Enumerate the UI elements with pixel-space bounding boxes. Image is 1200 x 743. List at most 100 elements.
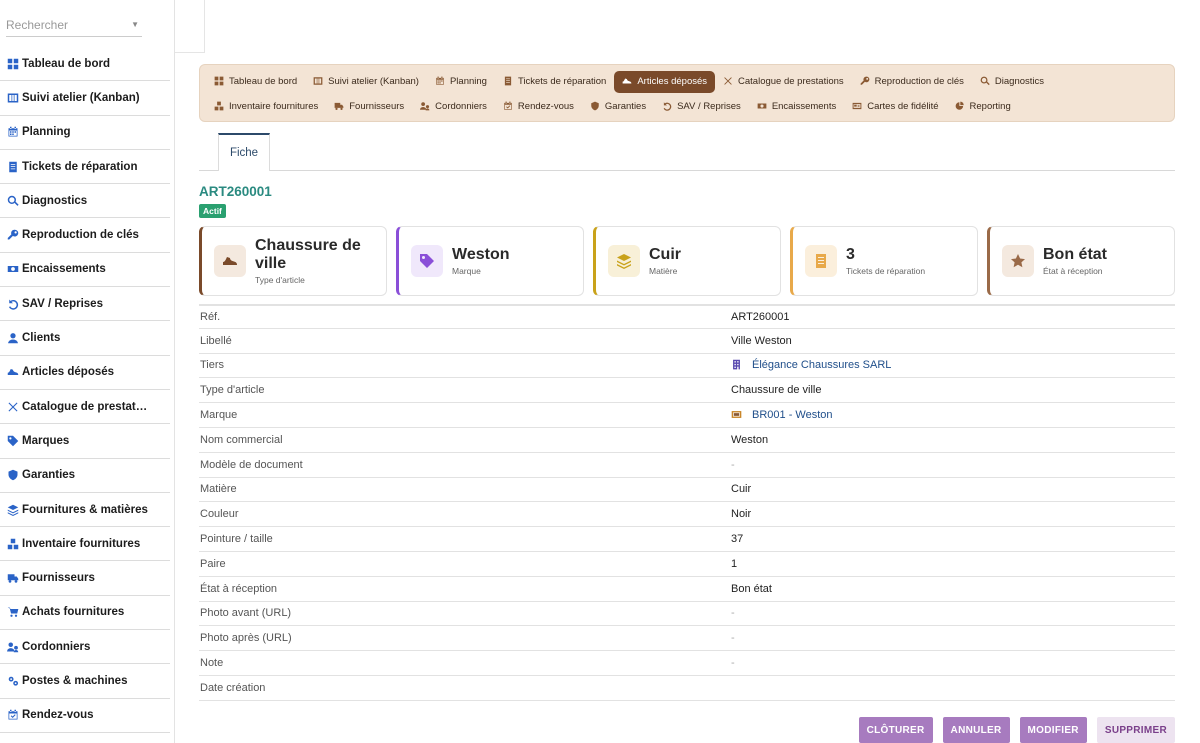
- detail-row: Réf. ART260001: [199, 304, 1175, 329]
- module-nav-item[interactable]: Suivi atelier (Kanban): [305, 71, 427, 93]
- module-nav-item[interactable]: Inventaire fournitures: [206, 96, 326, 118]
- card-label: État à réception: [1043, 266, 1103, 276]
- sidebar-item-label: Fournisseurs: [22, 572, 95, 585]
- sidebar-nav: Tableau de bord Suivi atelier (Kanban) Pla…: [0, 47, 170, 733]
- module-nav-item[interactable]: Articles déposés: [614, 70, 716, 93]
- sidebar-item-18[interactable]: Postes & machines: [0, 664, 170, 699]
- sidebar-item-14[interactable]: Inventaire fournitures: [0, 527, 170, 562]
- user-icon: [6, 332, 19, 345]
- card-value: Chaussure de ville: [255, 237, 361, 272]
- module-nav-label: Inventaire fournitures: [229, 101, 319, 112]
- tab-fiche[interactable]: Fiche: [218, 133, 270, 171]
- detail-value: -: [731, 632, 735, 645]
- sidebar-item-9[interactable]: Articles déposés: [0, 356, 170, 390]
- status-badge: Actif: [199, 204, 226, 218]
- detail-label: Note: [200, 657, 224, 670]
- boxes-icon: [214, 101, 225, 112]
- sidebar-item-1[interactable]: Suivi atelier (Kanban): [0, 81, 170, 116]
- module-nav-item[interactable]: Tableau de bord: [206, 71, 305, 93]
- detail-row: Photo avant (URL) -: [199, 602, 1175, 627]
- sidebar-item-label: Marques: [22, 434, 70, 447]
- edit-button[interactable]: MODIFIER: [1019, 717, 1087, 743]
- sidebar: Rechercher ▼ Tableau de bord Suivi atelie…: [0, 0, 175, 743]
- module-nav-label: Catalogue de prestations: [738, 76, 844, 87]
- chevron-down-icon: ▼: [131, 20, 139, 29]
- search-icon: [6, 194, 19, 207]
- search-placeholder: Rechercher: [6, 17, 69, 32]
- key-icon: [6, 229, 19, 242]
- sidebar-item-label: Catalogue de prestat…: [22, 400, 148, 413]
- sidebar-item-10[interactable]: Catalogue de prestat…: [0, 390, 170, 425]
- brand-icon: [731, 409, 743, 421]
- sidebar-item-4[interactable]: Diagnostics: [0, 184, 170, 219]
- dashboard-icon: [214, 76, 225, 87]
- card-label: Matière: [649, 266, 678, 276]
- detail-row: Marque BR001 - Weston: [199, 403, 1175, 428]
- detail-value: 1: [731, 557, 738, 570]
- card-label: Type d'article: [255, 275, 305, 285]
- module-nav-item[interactable]: Garanties: [582, 96, 654, 118]
- sidebar-search-select[interactable]: Rechercher ▼: [6, 13, 142, 37]
- sidebar-item-11[interactable]: Marques: [0, 424, 170, 459]
- calendar-check-icon: [503, 101, 514, 112]
- gears-icon: [6, 674, 19, 687]
- ticket-icon: [805, 245, 837, 277]
- module-nav-item[interactable]: Diagnostics: [972, 71, 1052, 93]
- tabs-bar: Fiche: [199, 133, 1175, 171]
- module-nav-item[interactable]: Cartes de fidélité: [844, 96, 946, 118]
- sidebar-item-15[interactable]: Fournisseurs: [0, 561, 170, 596]
- sidebar-item-13[interactable]: Fournitures & matières: [0, 493, 170, 528]
- tools-icon: [6, 400, 19, 413]
- detail-label: Couleur: [200, 508, 239, 521]
- module-nav-label: SAV / Reprises: [677, 101, 741, 112]
- module-nav-item[interactable]: Planning: [427, 71, 495, 93]
- detail-label: État à réception: [200, 582, 278, 595]
- calendar-check-icon: [6, 709, 19, 722]
- module-nav-row-1: Tableau de bord Suivi atelier (Kanban) Pla…: [206, 69, 1168, 94]
- module-nav-item[interactable]: SAV / Reprises: [654, 96, 749, 118]
- sidebar-item-3[interactable]: Tickets de réparation: [0, 150, 170, 185]
- module-nav-item[interactable]: Reproduction de clés: [852, 71, 972, 93]
- sidebar-item-17[interactable]: Cordonniers: [0, 630, 170, 665]
- card-value: Bon état: [1043, 246, 1107, 263]
- module-nav-label: Planning: [449, 76, 487, 87]
- module-nav-row-2: Inventaire fournitures Fournisseurs Cordon…: [206, 94, 1168, 119]
- undo-icon: [662, 101, 673, 112]
- boxes-icon: [6, 537, 19, 550]
- sidebar-item-5[interactable]: Reproduction de clés: [0, 218, 170, 253]
- sidebar-item-12[interactable]: Garanties: [0, 459, 170, 493]
- key-icon: [860, 76, 871, 87]
- calendar-icon: [435, 76, 446, 87]
- module-nav-item[interactable]: Rendez-vous: [495, 96, 582, 118]
- module-nav-item[interactable]: Cordonniers: [412, 96, 495, 118]
- detail-table: Réf. ART260001 Libellé Ville Weston Tiers Élé…: [199, 304, 1175, 701]
- cancel-button[interactable]: ANNULER: [942, 717, 1010, 743]
- sidebar-item-6[interactable]: Encaissements: [0, 253, 170, 288]
- delete-button[interactable]: SUPPRIMER: [1096, 717, 1175, 743]
- sidebar-item-16[interactable]: Achats fournitures: [0, 596, 170, 631]
- tools-icon: [723, 76, 734, 87]
- shoe-icon: [6, 366, 19, 379]
- dashboard-icon: [6, 57, 19, 70]
- sidebar-item-19[interactable]: Rendez-vous: [0, 699, 170, 733]
- sidebar-item-8[interactable]: Clients: [0, 321, 170, 356]
- top-corner-panel: [175, 0, 205, 53]
- module-nav-item[interactable]: Catalogue de prestations: [715, 71, 852, 93]
- sidebar-item-0[interactable]: Tableau de bord: [0, 47, 170, 82]
- action-buttons: CLÔTURER ANNULER MODIFIER SUPPRIMER: [858, 717, 1175, 743]
- money-icon: [757, 101, 768, 112]
- module-nav-item[interactable]: Reporting: [947, 96, 1019, 118]
- sidebar-item-7[interactable]: SAV / Reprises: [0, 287, 170, 322]
- module-nav-item[interactable]: Fournisseurs: [326, 96, 412, 118]
- detail-row: Type d'article Chaussure de ville: [199, 378, 1175, 404]
- detail-label: Paire: [200, 557, 226, 570]
- card-value: Cuir: [649, 246, 681, 263]
- cart-icon: [6, 606, 19, 619]
- close-button[interactable]: CLÔTURER: [858, 717, 933, 743]
- sidebar-item-2[interactable]: Planning: [0, 116, 170, 150]
- sidebar-item-label: Reproduction de clés: [22, 229, 139, 242]
- detail-link[interactable]: Élégance Chaussures SARL: [731, 359, 891, 371]
- detail-link[interactable]: BR001 - Weston: [731, 409, 833, 421]
- module-nav-item[interactable]: Encaissements: [749, 96, 844, 118]
- module-nav-item[interactable]: Tickets de réparation: [495, 71, 614, 93]
